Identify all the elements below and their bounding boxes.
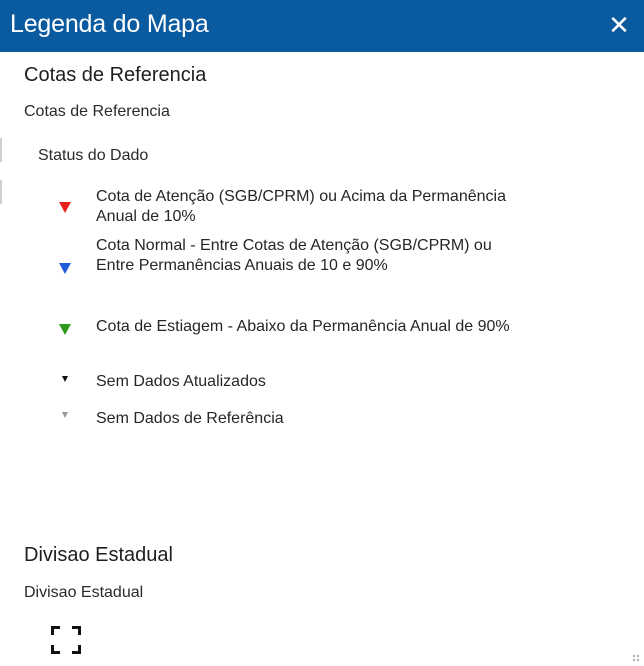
- triangle-down-green-icon: [50, 324, 80, 335]
- legend-item-label: Cota Normal - Entre Cotas de Atenção (SG…: [96, 237, 492, 274]
- legend-item: Cota de Atenção (SGB/CPRM) ou Acima da P…: [50, 186, 530, 230]
- close-icon[interactable]: ✕: [604, 10, 634, 40]
- triangle-down-red-icon: [50, 202, 80, 213]
- legend-title-bar: Legenda do Mapa ✕: [0, 0, 644, 52]
- resize-grip-icon[interactable]: [632, 654, 640, 662]
- scroll-indicator: [0, 180, 2, 204]
- legend-item-label: Cota de Atenção (SGB/CPRM) ou Acima da P…: [96, 188, 506, 225]
- legend-item: Sem Dados de Referência: [50, 407, 530, 431]
- section-title: Cotas de Referencia: [24, 64, 207, 86]
- dashed-outline-polygon-icon: [51, 626, 81, 654]
- layer-name: Cotas de Referencia: [24, 103, 170, 120]
- legend-item-label: Cota de Estiagem - Abaixo da Permanência…: [96, 318, 510, 335]
- legend-content[interactable]: Cotas de Referencia Cotas de Referencia …: [0, 52, 644, 666]
- triangle-down-gray-icon: [50, 412, 80, 418]
- field-name: Status do Dado: [38, 147, 149, 164]
- legend-item-label: Sem Dados de Referência: [96, 410, 284, 427]
- triangle-down-black-icon: [50, 376, 80, 382]
- window-title: Legenda do Mapa: [10, 10, 209, 38]
- triangle-down-blue-icon: [50, 263, 80, 274]
- legend-item: Cota de Estiagem - Abaixo da Permanência…: [50, 314, 530, 358]
- section-title: Divisao Estadual: [24, 544, 173, 566]
- legend-item: Cota Normal - Entre Cotas de Atenção (SG…: [50, 235, 530, 299]
- layer-name: Divisao Estadual: [24, 584, 144, 601]
- legend-item-label: Sem Dados Atualizados: [96, 373, 266, 390]
- scroll-indicator: [0, 138, 2, 162]
- legend-item: Sem Dados Atualizados: [50, 370, 530, 394]
